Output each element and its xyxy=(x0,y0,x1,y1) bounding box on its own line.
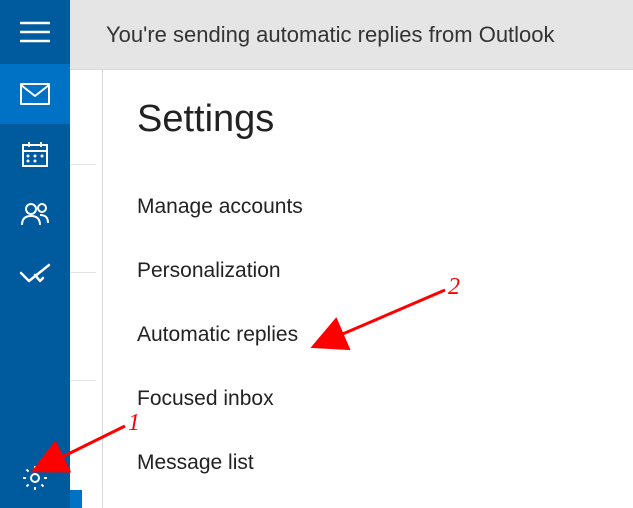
settings-item-personalization[interactable]: Personalization xyxy=(137,239,633,303)
people-icon xyxy=(19,201,51,227)
mail-icon xyxy=(20,83,50,105)
settings-item-manage-accounts[interactable]: Manage accounts xyxy=(137,175,633,239)
nav-todo[interactable] xyxy=(0,244,70,304)
automatic-replies-notification[interactable]: You're sending automatic replies from Ou… xyxy=(70,0,633,70)
settings-item-label: Message list xyxy=(137,451,254,474)
menu-icon xyxy=(20,21,50,43)
selection-indicator xyxy=(70,490,82,508)
app-root: You're sending automatic replies from Ou… xyxy=(0,0,633,508)
nav-people[interactable] xyxy=(0,184,70,244)
rail-top xyxy=(0,0,70,304)
calendar-icon xyxy=(21,140,49,168)
nav-settings[interactable] xyxy=(0,448,70,508)
hamburger-button[interactable] xyxy=(0,0,70,64)
settings-title: Settings xyxy=(137,98,633,141)
settings-panel: Settings Manage accounts Personalization… xyxy=(102,70,633,508)
divider xyxy=(70,272,96,273)
nav-mail[interactable] xyxy=(0,64,70,124)
settings-item-label: Manage accounts xyxy=(137,195,303,218)
todo-icon xyxy=(19,263,51,285)
nav-rail xyxy=(0,0,70,508)
notification-text: You're sending automatic replies from Ou… xyxy=(106,22,555,48)
settings-item-label: Focused inbox xyxy=(137,387,274,410)
settings-item-label: Automatic replies xyxy=(137,323,298,346)
settings-item-message-list[interactable]: Message list xyxy=(137,431,633,495)
gear-icon xyxy=(21,464,49,492)
divider xyxy=(70,380,96,381)
settings-item-label: Personalization xyxy=(137,259,281,282)
settings-item-automatic-replies[interactable]: Automatic replies xyxy=(137,303,633,367)
rail-bottom xyxy=(0,448,70,508)
divider xyxy=(70,164,96,165)
message-list-mini xyxy=(70,70,96,508)
settings-item-focused-inbox[interactable]: Focused inbox xyxy=(137,367,633,431)
nav-calendar[interactable] xyxy=(0,124,70,184)
